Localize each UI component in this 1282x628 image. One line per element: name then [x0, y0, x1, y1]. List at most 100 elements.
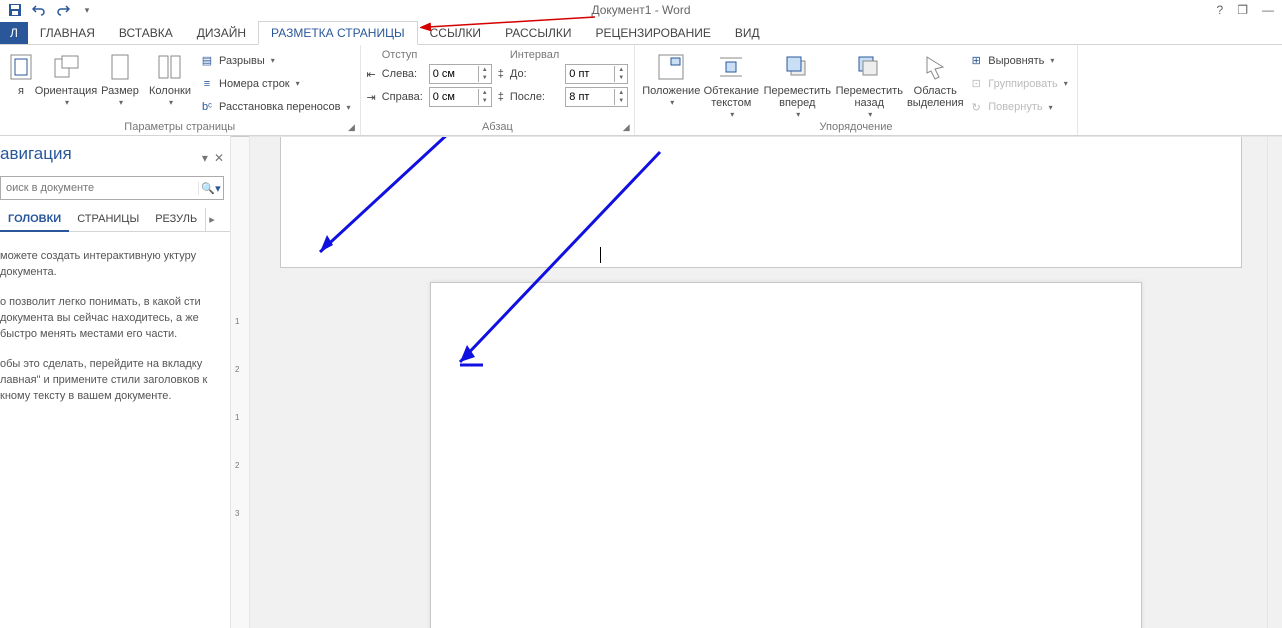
selection-pane-label: Область выделения [905, 85, 965, 109]
ribbon-tabs: Л ГЛАВНАЯ ВСТАВКА ДИЗАЙН РАЗМЕТКА СТРАНИ… [0, 20, 1282, 45]
spacing-header: Интервал [510, 49, 559, 61]
group-paragraph: Отступ Интервал ⇤ Слева: ▲▼ ‡ До: ▲▼ ⇥ С… [361, 45, 636, 135]
bring-forward-button[interactable]: Переместить вперед▾ [761, 47, 833, 121]
columns-label: Колонки [149, 85, 191, 97]
indent-left-input[interactable]: ▲▼ [429, 64, 492, 84]
search-icon[interactable]: 🔍▾ [198, 182, 223, 195]
wrap-text-label: Обтекание текстом [701, 85, 761, 109]
quick-access-toolbar: ▾ [0, 3, 94, 17]
line-numbers-button[interactable]: ≡Номера строк▾ [196, 74, 354, 94]
annotation-arrow-blue-1 [305, 137, 455, 267]
size-icon [104, 51, 136, 83]
navigation-search[interactable]: 🔍▾ [0, 176, 224, 200]
columns-icon [154, 51, 186, 83]
send-backward-label: Переместить назад [833, 85, 905, 109]
spacing-before-input[interactable]: ▲▼ [565, 64, 628, 84]
wrap-text-icon [715, 51, 747, 83]
margins-icon [5, 51, 37, 83]
selection-pane-icon [919, 51, 951, 83]
nav-tab-overflow[interactable]: ▸ [205, 208, 218, 231]
paragraph-dialog-launcher[interactable]: ◢ [620, 121, 632, 133]
send-backward-button[interactable]: Переместить назад▾ [833, 47, 905, 121]
minimize-button[interactable]: — [1262, 3, 1274, 17]
workspace: авигация ▾ ✕ 🔍▾ ГОЛОВКИ СТРАНИЦЫ РЕЗУЛЬ … [0, 136, 1282, 628]
tab-home[interactable]: ГЛАВНАЯ [28, 22, 107, 44]
navigation-body: можете создать интерактивную уктуру доку… [0, 232, 230, 404]
selection-pane-button[interactable]: Область выделения [905, 47, 965, 121]
line-numbers-label: Номера строк [219, 78, 290, 90]
navigation-close-icon[interactable]: ✕ [214, 151, 224, 165]
nav-hint-3: обы это сделать, перейдите на вкладку ла… [0, 356, 222, 404]
hyphenation-icon: bᶜ [199, 99, 215, 115]
tab-insert[interactable]: ВСТАВКА [107, 22, 185, 44]
redo-icon[interactable] [56, 3, 70, 17]
orientation-button[interactable]: Ориентация▾ [36, 47, 96, 121]
undo-icon[interactable] [32, 3, 46, 17]
position-button[interactable]: Положение▾ [641, 47, 701, 121]
spacing-before-label: До: [510, 68, 559, 80]
ribbon-display-button[interactable]: ❐ [1237, 3, 1248, 17]
send-backward-icon [853, 51, 885, 83]
orientation-label: Ориентация [35, 85, 97, 97]
align-button[interactable]: ⊞Выровнять▾ [965, 51, 1071, 71]
nav-hint-2: о позволит легко понимать, в какой сти д… [0, 294, 222, 342]
position-icon [655, 51, 687, 83]
ribbon: я Ориентация▾ Размер▾ Колонки▾ ▤Разрывы▾… [0, 45, 1282, 136]
wrap-text-button[interactable]: Обтекание текстом▾ [701, 47, 761, 121]
hyphenation-button[interactable]: bᶜРасстановка переносов▾ [196, 97, 354, 117]
navigation-search-input[interactable] [1, 182, 198, 194]
tab-page-layout[interactable]: РАЗМЕТКА СТРАНИЦЫ [258, 21, 418, 45]
indent-right-label: Справа: [382, 91, 423, 103]
navigation-pane: авигация ▾ ✕ 🔍▾ ГОЛОВКИ СТРАНИЦЫ РЕЗУЛЬ … [0, 136, 231, 628]
breaks-button[interactable]: ▤Разрывы▾ [196, 51, 354, 71]
bring-forward-icon [781, 51, 813, 83]
group-arrange: Положение▾ Обтекание текстом▾ Переместит… [635, 45, 1078, 135]
position-label: Положение [642, 85, 700, 97]
navigation-dropdown-icon[interactable]: ▾ [202, 151, 208, 165]
document-area: ∟ 3211234567891011121314151617 12123 [231, 136, 1282, 628]
tab-file[interactable]: Л [0, 22, 28, 44]
tab-review[interactable]: РЕЦЕНЗИРОВАНИЕ [583, 22, 722, 44]
spacing-after-label: После: [510, 91, 559, 103]
size-label: Размер [101, 85, 139, 97]
nav-tab-pages[interactable]: СТРАНИЦЫ [69, 208, 147, 231]
spacing-before-icon: ‡ [498, 68, 504, 80]
group-button[interactable]: ⊡Группировать▾ [965, 74, 1071, 94]
nav-tab-results[interactable]: РЕЗУЛЬ [147, 208, 205, 231]
nav-tab-headings[interactable]: ГОЛОВКИ [0, 208, 69, 232]
vertical-ruler[interactable]: 12123 [231, 137, 250, 628]
tab-design[interactable]: ДИЗАЙН [185, 22, 258, 44]
help-button[interactable]: ? [1217, 3, 1224, 17]
nav-hint-1: можете создать интерактивную уктуру доку… [0, 248, 222, 280]
vertical-scrollbar[interactable] [1267, 137, 1282, 628]
group-arrange-label: Упорядочение [641, 121, 1071, 135]
tab-view[interactable]: ВИД [723, 22, 772, 44]
title-bar: ▾ Документ1 - Word ? ❐ — [0, 0, 1282, 20]
breaks-icon: ▤ [199, 53, 215, 69]
window-controls: ? ❐ — [1217, 3, 1274, 17]
group-page-setup-label: Параметры страницы [6, 121, 354, 135]
margins-button[interactable]: я [6, 47, 36, 121]
qat-customize-icon[interactable]: ▾ [80, 3, 94, 17]
columns-button[interactable]: Колонки▾ [144, 47, 196, 121]
align-label: Выровнять [988, 55, 1044, 67]
rotate-label: Повернуть [988, 101, 1042, 113]
rotate-button[interactable]: ↻Повернуть▾ [965, 97, 1071, 117]
line-numbers-icon: ≡ [199, 76, 215, 92]
page-canvas[interactable] [250, 137, 1267, 628]
spacing-after-input[interactable]: ▲▼ [565, 87, 628, 107]
annotation-arrow-blue-2 [445, 147, 665, 377]
align-icon: ⊞ [968, 53, 984, 69]
navigation-tabs: ГОЛОВКИ СТРАНИЦЫ РЕЗУЛЬ ▸ [0, 208, 230, 232]
navigation-title: авигация [0, 144, 80, 172]
indent-right-input[interactable]: ▲▼ [429, 87, 492, 107]
group-page-setup: я Ориентация▾ Размер▾ Колонки▾ ▤Разрывы▾… [0, 45, 361, 135]
breaks-label: Разрывы [219, 55, 265, 67]
hyphenation-label: Расстановка переносов [219, 101, 340, 113]
group-paragraph-label: Абзац [367, 121, 629, 135]
size-button[interactable]: Размер▾ [96, 47, 144, 121]
indent-left-label: Слева: [382, 68, 423, 80]
save-icon[interactable] [8, 3, 22, 17]
group-icon: ⊡ [968, 76, 984, 92]
page-setup-dialog-launcher[interactable]: ◢ [346, 121, 358, 133]
